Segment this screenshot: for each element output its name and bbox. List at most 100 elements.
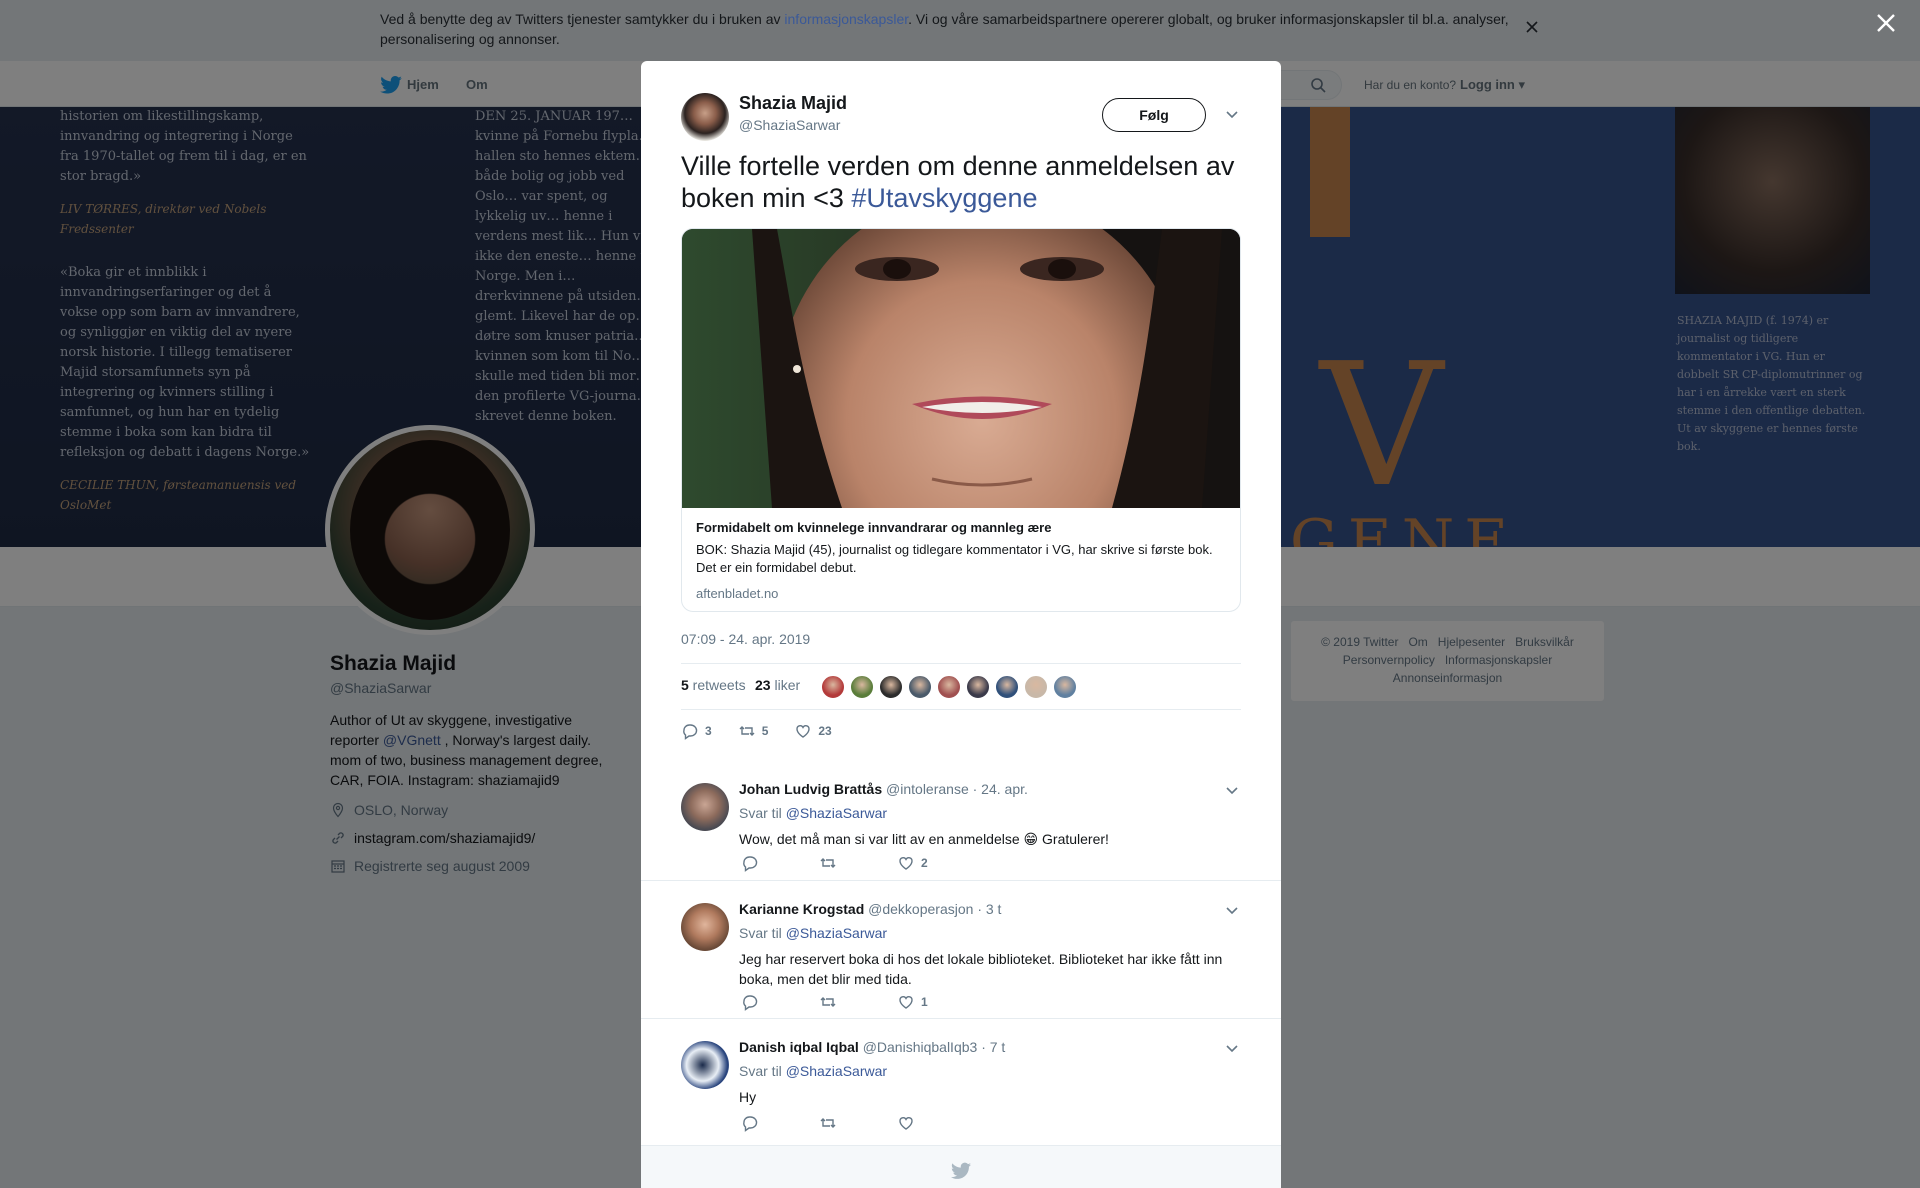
retweets-stat-label: retweets xyxy=(688,677,746,693)
reply-tweet[interactable]: Karianne Krogstad @dekkoperasjon · 3 t S… xyxy=(641,881,1281,1019)
likes-stat[interactable]: 23 liker xyxy=(755,677,800,693)
retweet-icon xyxy=(820,858,836,868)
cookie-banner-text: Ved å benytte deg av Twitters tjenester … xyxy=(380,9,1520,49)
portrait-photo xyxy=(682,229,1240,508)
reply-count: 3 xyxy=(705,724,712,738)
reply-to-mention[interactable]: @ShaziaSarwar xyxy=(786,805,887,821)
like-button[interactable]: 1 xyxy=(897,993,928,1011)
liker-avatar[interactable] xyxy=(966,675,990,699)
card-image[interactable] xyxy=(682,229,1240,508)
reply-author-handle[interactable]: @intoleranse xyxy=(886,781,969,797)
tweet-timestamp[interactable]: 07:09 - 24. apr. 2019 xyxy=(681,631,810,647)
retweet-button[interactable] xyxy=(819,1114,837,1132)
likes-stat-count: 23 xyxy=(755,677,771,693)
reply-text: Wow, det må man si var litt av en anmeld… xyxy=(739,831,1109,847)
reply-author-name[interactable]: Karianne Krogstad xyxy=(739,901,864,917)
reply-time[interactable]: · 3 t xyxy=(977,901,1001,917)
heart-icon xyxy=(796,725,811,738)
reply-icon xyxy=(743,856,758,872)
reply-author-handle[interactable]: @dekkoperasjon xyxy=(868,901,973,917)
reply-author-handle[interactable]: @DanishiqbalIqb3 xyxy=(863,1039,978,1055)
reply-time[interactable]: · 24. apr. xyxy=(973,781,1028,797)
tweet-author-handle[interactable]: @ShaziaSarwar xyxy=(739,117,840,133)
retweets-stat[interactable]: 5 retweets xyxy=(681,677,746,693)
reply-icon xyxy=(683,724,698,740)
tweet-text: Ville fortelle verden om denne anmeldels… xyxy=(681,150,1241,214)
cookie-info-link[interactable]: informasjonskapsler xyxy=(784,11,908,27)
liker-avatar[interactable] xyxy=(1053,675,1077,699)
reply-to: Svar til @ShaziaSarwar xyxy=(739,1063,887,1079)
reply-avatar[interactable] xyxy=(681,783,729,831)
reply-tweet[interactable]: Johan Ludvig Brattås @intoleranse · 24. … xyxy=(641,761,1281,881)
reply-button[interactable]: 3 xyxy=(681,722,712,740)
retweet-icon xyxy=(820,997,836,1007)
reply-button[interactable] xyxy=(741,854,759,872)
reply-to: Svar til @ShaziaSarwar xyxy=(739,805,887,821)
retweet-icon xyxy=(739,726,755,736)
heart-icon xyxy=(899,857,913,870)
likes-stat-label: liker xyxy=(770,677,801,693)
reply-to: Svar til @ShaziaSarwar xyxy=(739,925,887,941)
like-button[interactable]: 23 xyxy=(794,722,832,740)
liker-avatar[interactable] xyxy=(1024,675,1048,699)
retweet-button[interactable]: 5 xyxy=(738,722,769,740)
reply-header: Karianne Krogstad @dekkoperasjon · 3 t xyxy=(739,901,1001,917)
retweet-count: 5 xyxy=(761,724,769,738)
close-modal-icon[interactable] xyxy=(1875,12,1897,34)
reply-text: Jeg har reservert boka di hos det lokale… xyxy=(739,951,1223,987)
reply-to-mention[interactable]: @ShaziaSarwar xyxy=(786,925,887,941)
heart-icon xyxy=(899,1117,913,1130)
retweets-stat-count: 5 xyxy=(681,677,689,693)
cookie-text-part: Ved å benytte deg av Twitters tjenester … xyxy=(380,11,785,27)
liker-avatar[interactable] xyxy=(995,675,1019,699)
reply-button[interactable] xyxy=(741,993,759,1011)
reply-header: Johan Ludvig Brattås @intoleranse · 24. … xyxy=(739,781,1028,797)
reply-header: Danish iqbal Iqbal @DanishiqbalIqb3 · 7 … xyxy=(739,1039,1005,1055)
reply-actions: 1 xyxy=(741,993,988,1011)
like-count: 2 xyxy=(921,856,928,870)
like-count: 23 xyxy=(818,724,832,738)
retweet-button[interactable] xyxy=(819,854,837,872)
reply-icon xyxy=(743,1116,758,1132)
tweet-actions: 3 5 23 xyxy=(681,722,858,740)
chevron-down-icon[interactable] xyxy=(1225,783,1239,797)
reply-author-name[interactable]: Danish iqbal Iqbal xyxy=(739,1039,859,1055)
reply-to-label: Svar til xyxy=(739,925,786,941)
reply-avatar[interactable] xyxy=(681,1041,729,1089)
chevron-down-icon[interactable] xyxy=(1225,1041,1239,1055)
card-domain: aftenbladet.no xyxy=(696,586,779,601)
tweet-author-avatar[interactable] xyxy=(681,93,729,141)
reply-button[interactable] xyxy=(741,1114,759,1132)
like-button[interactable] xyxy=(897,1114,921,1132)
reply-actions: 2 xyxy=(741,854,988,872)
reply-to-mention[interactable]: @ShaziaSarwar xyxy=(786,1063,887,1079)
retweet-icon xyxy=(820,1118,836,1128)
retweet-button[interactable] xyxy=(819,993,837,1011)
liker-avatar[interactable] xyxy=(908,675,932,699)
liker-avatar[interactable] xyxy=(879,675,903,699)
card-title: Formidabelt om kvinnelege innvandrarar o… xyxy=(696,520,1052,535)
modal-footer xyxy=(641,1146,1281,1188)
liker-avatar[interactable] xyxy=(850,675,874,699)
reply-to-label: Svar til xyxy=(739,1063,786,1079)
tweet-author-name[interactable]: Shazia Majid xyxy=(739,93,847,114)
chevron-down-icon[interactable] xyxy=(1225,903,1239,917)
liker-avatars xyxy=(821,675,1077,699)
reply-time[interactable]: · 7 t xyxy=(981,1039,1005,1055)
reply-text: Hy xyxy=(739,1089,757,1105)
like-button[interactable]: 2 xyxy=(897,854,928,872)
tweet-modal: Shazia Majid @ShaziaSarwar Følg Ville fo… xyxy=(641,61,1281,1188)
follow-button[interactable]: Følg xyxy=(1102,98,1206,132)
cookie-close-icon[interactable] xyxy=(1525,20,1539,34)
liker-avatar[interactable] xyxy=(937,675,961,699)
hashtag-link[interactable]: #Utavskyggene xyxy=(851,183,1037,213)
reply-tweet[interactable]: Danish iqbal Iqbal @DanishiqbalIqb3 · 7 … xyxy=(641,1019,1281,1146)
card-description: BOK: Shazia Majid (45), journalist og ti… xyxy=(696,542,1213,575)
link-preview-card[interactable]: Formidabelt om kvinnelege innvandrarar o… xyxy=(681,228,1241,612)
reply-to-label: Svar til xyxy=(739,805,786,821)
reply-avatar[interactable] xyxy=(681,903,729,951)
liker-avatar[interactable] xyxy=(821,675,845,699)
chevron-down-icon[interactable] xyxy=(1225,107,1239,121)
reply-author-name[interactable]: Johan Ludvig Brattås xyxy=(739,781,882,797)
twitter-bird-icon xyxy=(951,1162,971,1179)
